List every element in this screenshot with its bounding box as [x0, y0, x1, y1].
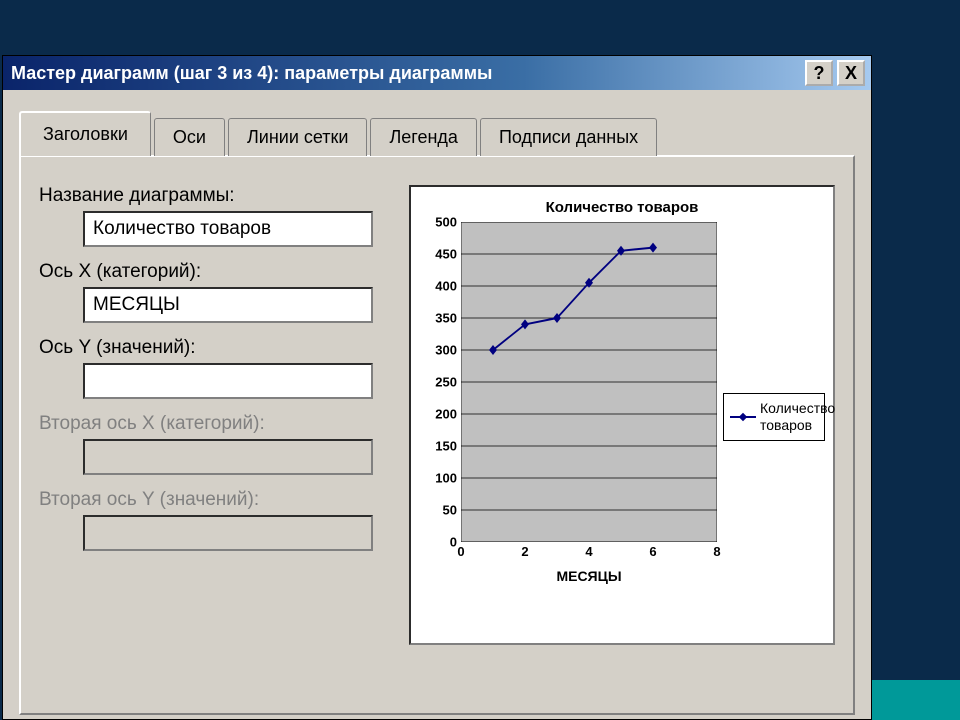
tab-legend[interactable]: Легенда [370, 118, 476, 156]
y-axis-ticks: 050100150200250300350400450500 [419, 222, 461, 612]
dialog-window: Мастер диаграмм (шаг 3 из 4): параметры … [2, 55, 872, 720]
y2-axis-input [83, 515, 373, 551]
y-axis-input[interactable] [83, 363, 373, 399]
y-axis-label: Ось Y (значений): [39, 337, 389, 359]
chart-preview: Количество товаров 050100150200250300350… [409, 185, 835, 645]
chart-title-input[interactable] [83, 211, 373, 247]
y2-axis-label: Вторая ось Y (значений): [39, 489, 389, 511]
x-axis-label: Ось X (категорий): [39, 261, 389, 283]
chart-plot [461, 222, 717, 542]
window-title: Мастер диаграмм (шаг 3 из 4): параметры … [11, 63, 801, 84]
x-axis-input[interactable] [83, 287, 373, 323]
tab-strip: Заголовки Оси Линии сетки Легенда Подпис… [19, 110, 855, 155]
x2-axis-input [83, 439, 373, 475]
x-axis-ticks: 02468 [461, 542, 717, 562]
tab-data-labels[interactable]: Подписи данных [480, 118, 657, 156]
legend-series-label: Количество товаров [760, 400, 835, 434]
help-button[interactable]: ? [805, 60, 833, 86]
tab-axes[interactable]: Оси [154, 118, 225, 156]
close-button[interactable]: X [837, 60, 865, 86]
preview-chart-title: Количество товаров [419, 199, 825, 216]
tab-gridlines[interactable]: Линии сетки [228, 118, 368, 156]
legend-marker-icon [730, 410, 756, 424]
tab-headers[interactable]: Заголовки [19, 111, 151, 156]
x2-axis-label: Вторая ось X (категорий): [39, 413, 389, 435]
chart-legend: Количество товаров [723, 393, 825, 441]
tab-panel: Название диаграммы: Ось X (категорий): О… [19, 155, 855, 715]
chart-title-label: Название диаграммы: [39, 185, 389, 207]
decorative-strip [872, 680, 960, 720]
preview-x-label: МЕСЯЦЫ [461, 568, 717, 584]
title-bar: Мастер диаграмм (шаг 3 из 4): параметры … [3, 56, 871, 90]
